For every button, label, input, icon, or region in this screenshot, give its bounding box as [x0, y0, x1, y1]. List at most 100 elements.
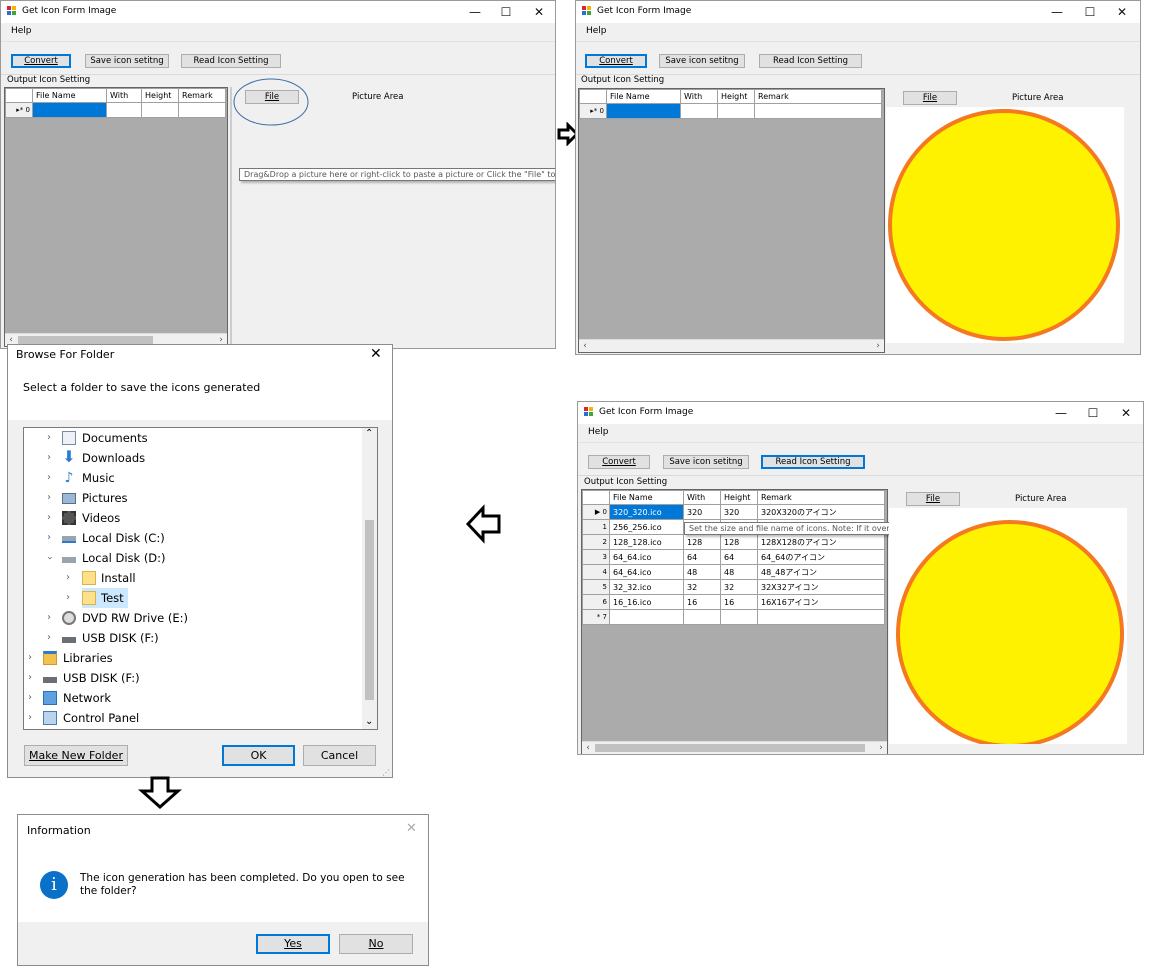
icon-settings-grid[interactable]: File Name With Height Remark ▸* 0 ‹ › — [4, 87, 228, 347]
yes-button[interactable]: Yes — [256, 934, 330, 954]
table-row[interactable]: 4 64_64.ico 48 48 48_48アイコン — [582, 564, 885, 580]
grid-cell[interactable]: 48 — [683, 564, 721, 580]
scroll-thumb[interactable] — [18, 336, 153, 344]
grid-cell[interactable]: 16 — [720, 594, 758, 610]
close-icon[interactable]: ✕ — [370, 346, 382, 362]
chevron-right-icon[interactable]: › — [44, 608, 54, 628]
menu-help[interactable]: Help — [586, 26, 607, 36]
tree-item-videos[interactable]: › Videos — [24, 508, 362, 528]
picture-area[interactable] — [886, 107, 1124, 343]
grid-cell[interactable] — [606, 103, 681, 119]
col-remark[interactable]: Remark — [757, 490, 885, 505]
tree-item-music[interactable]: › ♪ Music — [24, 468, 362, 488]
save-icon-setting-button[interactable]: Save icon setitng — [663, 455, 749, 469]
grid-cell[interactable]: 32X32アイコン — [757, 579, 885, 595]
grid-cell[interactable]: 256_256.ico — [609, 519, 684, 535]
maximize-button[interactable]: ☐ — [490, 3, 522, 21]
picture-area[interactable] — [889, 508, 1127, 748]
scroll-down-icon[interactable]: ⌄ — [365, 716, 373, 727]
grid-cell[interactable]: 320X320のアイコン — [757, 504, 885, 520]
grid-cell[interactable] — [717, 103, 755, 119]
splitter[interactable] — [230, 87, 232, 347]
grid-cell[interactable]: 128X128のアイコン — [757, 534, 885, 550]
tree-item-usb-disk[interactable]: › USB DISK (F:) — [24, 628, 362, 648]
grid-cell[interactable] — [754, 103, 882, 119]
convert-button[interactable]: Convert — [588, 455, 650, 469]
maximize-button[interactable]: ☐ — [1077, 404, 1109, 422]
chevron-right-icon[interactable]: › — [63, 588, 73, 608]
table-row[interactable]: 6 16_16.ico 16 16 16X16アイコン — [582, 594, 885, 610]
vertical-scrollbar[interactable]: ⌃ ⌄ — [362, 428, 377, 729]
scroll-right-icon[interactable]: › — [872, 340, 884, 352]
tree-item-test[interactable]: Test — [82, 588, 128, 608]
tree-item-control-panel[interactable]: › Control Panel — [24, 708, 362, 728]
chevron-right-icon[interactable]: › — [44, 428, 54, 448]
col-remark[interactable]: Remark — [178, 88, 226, 103]
scroll-left-icon[interactable]: ‹ — [579, 340, 591, 352]
col-file-name[interactable]: File Name — [32, 88, 107, 103]
read-icon-setting-button[interactable]: Read Icon Setting — [761, 455, 865, 469]
table-row[interactable]: 5 32_32.ico 32 32 32X32アイコン — [582, 579, 885, 595]
scroll-up-icon[interactable]: ⌃ — [365, 428, 373, 439]
maximize-button[interactable]: ☐ — [1074, 3, 1106, 21]
scroll-thumb[interactable] — [595, 744, 865, 752]
read-icon-setting-button[interactable]: Read Icon Setting — [181, 54, 281, 68]
grid-cell[interactable] — [683, 609, 721, 625]
grid-cell[interactable]: 16 — [683, 594, 721, 610]
col-height[interactable]: Height — [717, 89, 755, 104]
scroll-left-icon[interactable]: ‹ — [582, 742, 594, 754]
save-icon-setting-button[interactable]: Save icon setitng — [659, 54, 745, 68]
file-button[interactable]: File — [906, 492, 960, 506]
chevron-right-icon[interactable]: › — [25, 668, 35, 688]
grid-cell[interactable]: 128 — [720, 534, 758, 550]
tree-item-downloads[interactable]: › ⬇ Downloads — [24, 448, 362, 468]
col-height[interactable]: Height — [141, 88, 179, 103]
chevron-right-icon[interactable]: › — [44, 448, 54, 468]
chevron-right-icon[interactable]: › — [44, 508, 54, 528]
save-icon-setting-button[interactable]: Save icon setitng — [85, 54, 169, 68]
file-button[interactable]: File — [903, 91, 957, 105]
chevron-right-icon[interactable]: › — [25, 688, 35, 708]
menu-help[interactable]: Help — [588, 427, 609, 437]
grid-cell[interactable]: 48 — [720, 564, 758, 580]
grid-cell[interactable] — [757, 609, 885, 625]
tree-item-usb-disk-2[interactable]: › USB DISK (F:) — [24, 668, 362, 688]
col-height[interactable]: Height — [720, 490, 758, 505]
convert-button[interactable]: Convert — [585, 54, 647, 68]
tree-item-local-disk-c[interactable]: › Local Disk (C:) — [24, 528, 362, 548]
table-row[interactable]: ▶ 0 320_320.ico 320 320 320X320のアイコン — [582, 504, 885, 520]
grid-cell[interactable] — [680, 103, 718, 119]
scroll-right-icon[interactable]: › — [875, 742, 887, 754]
icon-settings-grid[interactable]: File Name With Height Remark ▸* 0 ‹ › — [578, 88, 885, 353]
grid-cell[interactable]: 64_64のアイコン — [757, 549, 885, 565]
col-file-name[interactable]: File Name — [609, 490, 684, 505]
chevron-right-icon[interactable]: › — [63, 568, 73, 588]
tree-item-install[interactable]: › Install — [24, 568, 362, 588]
grid-cell[interactable]: 32 — [683, 579, 721, 595]
col-with[interactable]: With — [680, 89, 718, 104]
grid-cell[interactable] — [141, 102, 179, 118]
chevron-right-icon[interactable]: › — [44, 628, 54, 648]
grid-cell[interactable]: 128_128.ico — [609, 534, 684, 550]
chevron-right-icon[interactable]: › — [25, 648, 35, 668]
grid-cell[interactable]: 64 — [720, 549, 758, 565]
close-button[interactable]: ✕ — [523, 3, 555, 21]
chevron-right-icon[interactable]: › — [25, 708, 35, 728]
grid-cell[interactable]: 32_32.ico — [609, 579, 684, 595]
no-button[interactable]: No — [339, 934, 413, 954]
tree-item-network[interactable]: › Network — [24, 688, 362, 708]
scroll-thumb[interactable] — [365, 520, 374, 700]
col-remark[interactable]: Remark — [754, 89, 882, 104]
make-new-folder-button[interactable]: Make New Folder — [24, 745, 128, 766]
row-header[interactable]: ▸* 0 — [5, 102, 33, 118]
col-with[interactable]: With — [106, 88, 142, 103]
grid-cell[interactable]: 64_64.ico — [609, 549, 684, 565]
table-row-new[interactable]: * 7 — [582, 609, 885, 625]
chevron-right-icon[interactable]: › — [44, 488, 54, 508]
tree-item-documents[interactable]: › Documents — [24, 428, 362, 448]
grid-cell[interactable]: 320 — [720, 504, 758, 520]
grid-cell[interactable] — [178, 102, 226, 118]
tree-item-dvd-drive[interactable]: › DVD RW Drive (E:) — [24, 608, 362, 628]
table-row[interactable]: 3 64_64.ico 64 64 64_64のアイコン — [582, 549, 885, 565]
minimize-button[interactable]: — — [1045, 404, 1077, 422]
